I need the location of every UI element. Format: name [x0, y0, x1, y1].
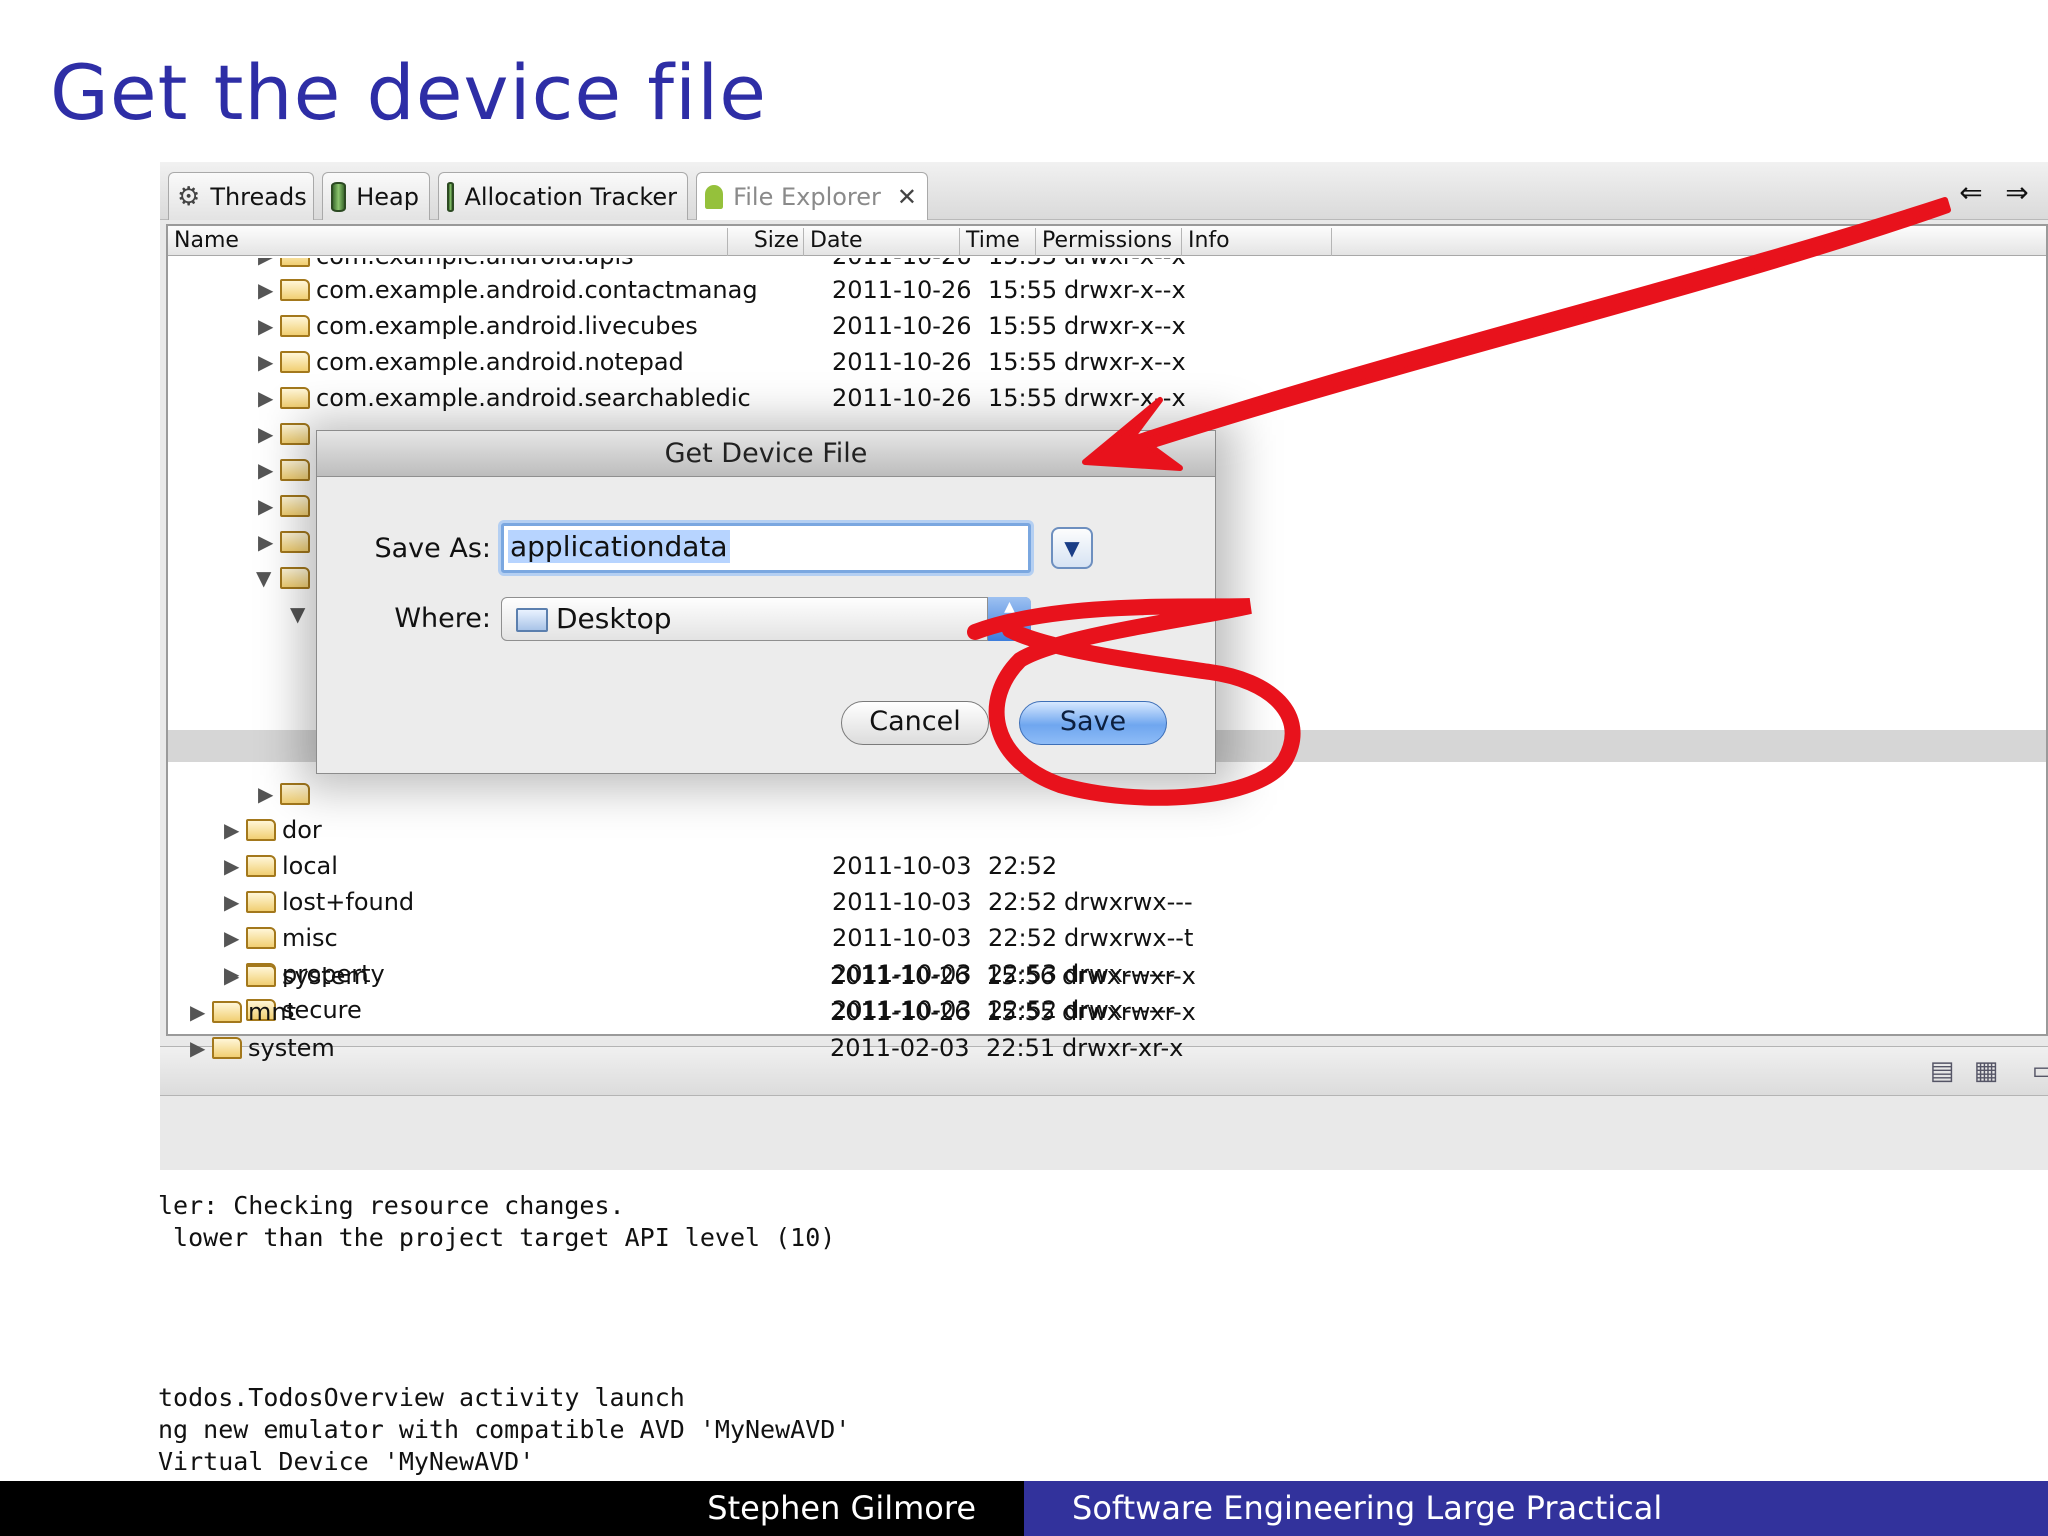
table-row[interactable]: ▶ misc 2011-10-03 22:52 drwxrwx--t — [168, 920, 2046, 956]
tab-label: Allocation Tracker — [464, 182, 677, 211]
tab-threads[interactable]: ⚙ Threads — [168, 172, 314, 220]
table-row[interactable]: ▶ local 2011-10-03 22:52 — [168, 848, 2046, 884]
console-line: lower than the project target API level … — [158, 1223, 836, 1252]
dialog-title: Get Device File — [317, 431, 1215, 477]
folder-icon — [280, 279, 310, 301]
save-as-label: Save As: — [374, 533, 492, 564]
folder-icon — [212, 1037, 242, 1059]
folder-icon — [212, 1001, 242, 1023]
table-row[interactable]: ▶ system 2011-10-26 15:56 drwxrwxr-x — [200, 958, 2000, 994]
heap-icon — [331, 181, 347, 212]
where-popup[interactable]: Desktop ▲ ▼ — [501, 597, 1031, 641]
folder-icon — [280, 387, 310, 409]
col-date[interactable]: Date — [804, 228, 960, 256]
tab-label: File Explorer — [733, 182, 881, 211]
tab-label: Threads — [210, 182, 307, 211]
view-tab-bar: ⚙ Threads Heap Allocation Tracker File E… — [160, 162, 2048, 220]
expand-arrow-icon[interactable]: ▶ — [258, 380, 273, 416]
col-size[interactable]: Size — [728, 228, 804, 256]
cancel-button[interactable]: Cancel — [841, 701, 989, 745]
console-line: ler: Checking resource changes. — [158, 1191, 625, 1220]
console-line: Virtual Device 'MyNewAVD' — [158, 1447, 535, 1476]
threads-icon: ⚙ — [177, 181, 201, 212]
folder-icon — [246, 819, 276, 841]
folder-icon — [246, 855, 276, 877]
pull-file-icon[interactable]: ⇐ — [1954, 176, 1988, 210]
expand-arrow-icon[interactable]: ▶ — [258, 308, 273, 344]
expand-arrow-icon[interactable]: ▶ — [258, 416, 273, 452]
tab-file-explorer[interactable]: File Explorer ✕ — [696, 172, 928, 220]
col-permissions[interactable]: Permissions — [1036, 228, 1182, 256]
expand-arrow-icon[interactable]: ▶ — [224, 958, 239, 994]
col-name[interactable]: Name — [168, 228, 728, 256]
expand-arrow-icon[interactable]: ▶ — [224, 812, 239, 848]
folder-icon — [246, 927, 276, 949]
popup-arrows-icon: ▲ ▼ — [987, 597, 1031, 641]
save-as-value: applicationdata — [508, 530, 730, 563]
table-row[interactable]: ▶ system 2011-02-03 22:51 drwxr-xr-x — [166, 1030, 2046, 1066]
push-file-icon[interactable]: ⇒ — [2000, 176, 2034, 210]
folder-icon — [516, 608, 548, 632]
table-row[interactable]: ▶ mnt 2011-10-26 15:55 drwxrwxr-x — [166, 994, 2046, 1030]
table-row[interactable]: ▶ com.example.android.contactmanag 2011-… — [168, 272, 2046, 308]
folder-icon — [246, 891, 276, 913]
footer-author: Stephen Gilmore — [0, 1481, 1024, 1536]
slide-title: Get the device file — [50, 48, 768, 137]
disclosure-triangle-icon: ▼ — [1064, 536, 1080, 560]
save-as-field[interactable]: applicationdata — [501, 523, 1031, 573]
table-row[interactable]: ▶ lost+found 2011-10-03 22:52 drwxrwx--- — [168, 884, 2046, 920]
expand-arrow-icon[interactable]: ▶ — [258, 344, 273, 380]
expand-arrow-icon[interactable]: ▶ — [224, 848, 239, 884]
table-row[interactable]: ▶ com.example.android.searchabledic 2011… — [168, 380, 2046, 416]
table-row[interactable]: ▶ dor — [168, 812, 2046, 848]
expand-arrow-icon[interactable]: ▶ — [224, 920, 239, 956]
folder-icon — [280, 258, 310, 267]
folder-icon — [280, 315, 310, 337]
save-button[interactable]: Save — [1019, 701, 1167, 745]
console-line: todos.TodosOverview activity launch — [158, 1383, 685, 1412]
expand-arrow-icon[interactable]: ▶ — [190, 1030, 205, 1066]
expand-arrow-icon[interactable]: ▶ — [224, 884, 239, 920]
console-output: ler: Checking resource changes. lower th… — [158, 1190, 850, 1478]
expand-arrow-icon[interactable]: ▶ — [258, 524, 273, 560]
expand-arrow-icon[interactable]: ▶ — [258, 272, 273, 308]
tab-allocation-tracker[interactable]: Allocation Tracker — [438, 172, 688, 220]
expand-arrow-icon[interactable]: ▶ — [190, 994, 205, 1030]
expand-arrow-icon[interactable]: ▶ — [258, 776, 273, 812]
column-header: Name Size Date Time Permissions Info — [168, 226, 2046, 256]
expand-arrow-icon[interactable]: ▶ — [258, 488, 273, 524]
table-row[interactable]: ▶ com.example.android.notepad 2011-10-26… — [168, 344, 2046, 380]
allocation-icon — [447, 181, 455, 212]
col-info[interactable]: Info — [1182, 228, 1332, 256]
where-label: Where: — [394, 603, 491, 634]
slide-footer: Stephen Gilmore Software Engineering Lar… — [0, 1481, 2048, 1536]
folder-icon — [280, 351, 310, 373]
collapse-arrow-icon[interactable]: ▼ — [256, 560, 271, 596]
folder-icon — [246, 965, 276, 987]
get-device-file-dialog: Get Device File Save As: applicationdata… — [316, 430, 1216, 774]
close-icon[interactable]: ✕ — [897, 183, 917, 211]
expand-arrow-icon[interactable]: ▶ — [258, 452, 273, 488]
table-row[interactable]: ▶ com.example.android.livecubes 2011-10-… — [168, 308, 2046, 344]
tab-heap[interactable]: Heap — [322, 172, 430, 220]
where-value: Desktop — [556, 602, 672, 635]
android-icon — [705, 184, 724, 209]
console-line: ng new emulator with compatible AVD 'MyN… — [158, 1415, 851, 1444]
tab-label: Heap — [356, 182, 419, 211]
col-time[interactable]: Time — [960, 228, 1036, 256]
footer-course: Software Engineering Large Practical — [1024, 1481, 2048, 1536]
expand-dialog-button[interactable]: ▼ — [1051, 527, 1093, 569]
